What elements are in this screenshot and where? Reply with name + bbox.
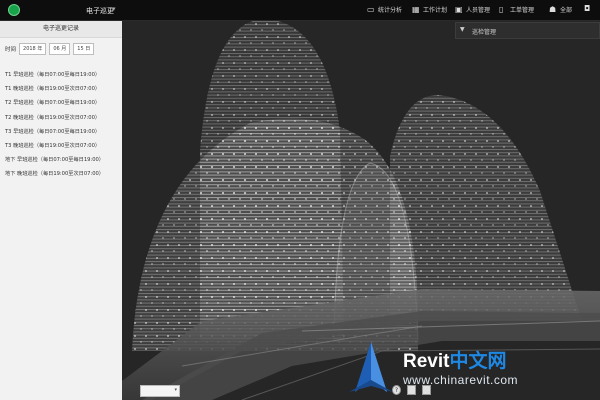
calendar-icon: ▦ <box>412 4 420 14</box>
watermark-brand-cn: 中文网 <box>449 351 507 372</box>
watermark-url: www.chinarevit.com <box>403 373 519 387</box>
list-item[interactable]: T3 晚班巡检（每日19:00至次日07:00） <box>5 139 120 153</box>
nav-all[interactable]: ☗ 全部 <box>549 5 572 14</box>
patrol-management-panel[interactable]: ▼ 巡检管理 <box>455 22 600 39</box>
date-filter: 时间 2018 年 06 月 15 日 <box>5 43 95 55</box>
app-logo <box>8 4 20 16</box>
watermark-brand-latin: Revit <box>403 351 450 372</box>
people-icon: ☗ <box>549 4 557 14</box>
nav-work-orders-label: 工单管理 <box>510 7 535 14</box>
list-item[interactable]: T2 早班巡检（每日07:00至每日19:00） <box>5 96 120 110</box>
nav-work-plan-label: 工作计划 <box>423 7 448 14</box>
list-item[interactable]: T1 晚班巡检（每日19:00至次日07:00） <box>5 82 120 96</box>
chevron-down-icon: ▾ <box>174 387 177 393</box>
sidebar-title: 电子巡更记录 <box>0 21 122 38</box>
document-icon: ▯ <box>499 4 504 14</box>
nav-stats[interactable]: ▭ 统计分析 <box>367 5 402 14</box>
panel-label: 巡检管理 <box>472 29 497 36</box>
watermark: Revit中文网 www.chinarevit.com <box>345 340 575 395</box>
patrol-record-list: T1 早班巡检（每日07:00至每日19:00） T1 晚班巡检（每日19:00… <box>5 68 120 182</box>
caret-down-icon[interactable]: ▼ <box>460 26 465 33</box>
nav-all-label: 全部 <box>560 7 573 14</box>
nav-stats-label: 统计分析 <box>378 7 403 14</box>
revit-logo-icon <box>349 342 393 392</box>
day-select[interactable]: 15 日 <box>73 43 95 55</box>
watermark-brand: Revit中文网 <box>403 346 506 373</box>
month-select[interactable]: 06 月 <box>49 43 71 55</box>
monitor-icon: ▭ <box>367 4 375 14</box>
nav-work-plan[interactable]: ▦ 工作计划 <box>412 5 447 14</box>
nav-personnel[interactable]: ▣ 人员管理 <box>455 5 490 14</box>
sidebar: 电子巡更记录 时间 2018 年 06 月 15 日 T1 早班巡检（每日07:… <box>0 21 122 400</box>
time-label: 时间 <box>5 47 17 53</box>
list-item[interactable]: T3 早班巡检（每日07:00至每日19:00） <box>5 125 120 139</box>
nav-camera[interactable]: ◘ <box>584 5 592 13</box>
list-item[interactable]: 地下 早班巡检（每日07:00至每日19:00） <box>5 153 120 167</box>
list-item[interactable]: T1 早班巡检（每日07:00至每日19:00） <box>5 68 120 82</box>
floor-select[interactable]: ▾ <box>140 385 180 397</box>
list-item[interactable]: T2 晚班巡检（每日19:00至次日07:00） <box>5 111 120 125</box>
top-bar: 电子巡更 ▾ ▭ 统计分析 ▦ 工作计划 ▣ 人员管理 ▯ 工单管理 ☗ 全部 … <box>0 0 600 21</box>
app-title[interactable]: 电子巡更 <box>86 6 114 16</box>
camera-icon: ◘ <box>584 4 591 13</box>
id-card-icon: ▣ <box>455 4 463 14</box>
list-item[interactable]: 地下 晚班巡检（每日19:00至次日07:00） <box>5 167 120 181</box>
year-select[interactable]: 2018 年 <box>19 43 47 55</box>
chevron-down-icon[interactable]: ▾ <box>112 5 116 13</box>
nav-personnel-label: 人员管理 <box>466 7 491 14</box>
nav-work-orders[interactable]: ▯ 工单管理 <box>499 5 534 14</box>
